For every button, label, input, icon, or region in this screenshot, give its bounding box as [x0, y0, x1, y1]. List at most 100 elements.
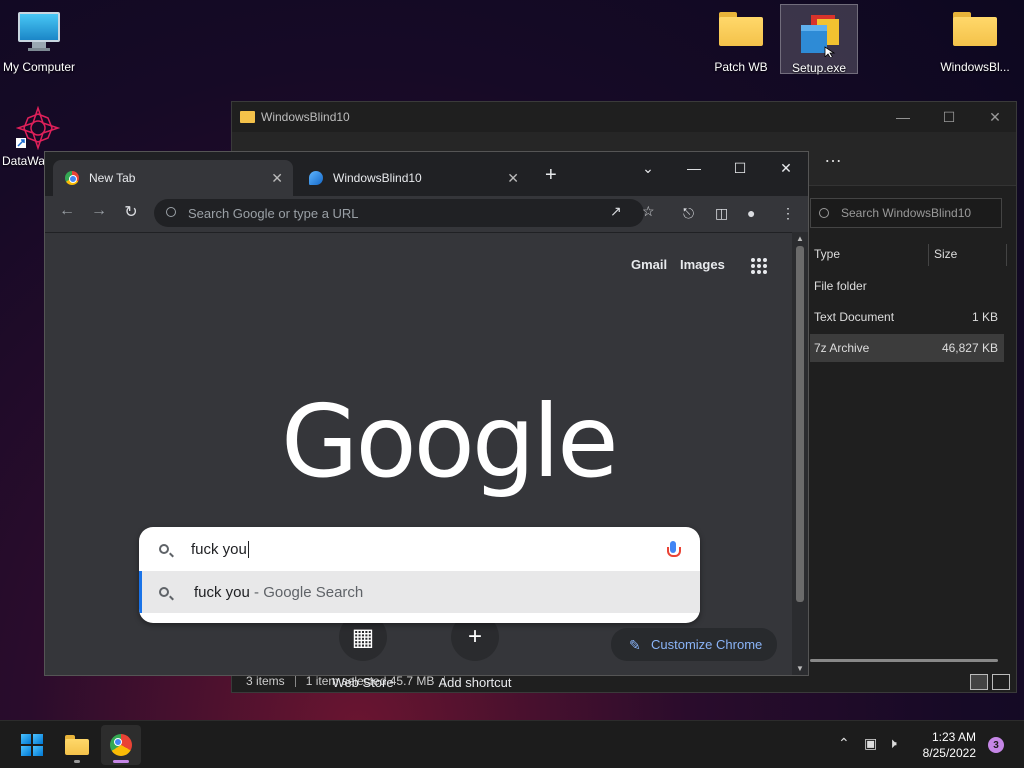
column-header-size[interactable]: Size — [934, 240, 957, 268]
file-row[interactable]: File folder — [810, 272, 1004, 300]
horizontal-scrollbar[interactable] — [810, 659, 998, 662]
windowsblinds-icon — [309, 171, 323, 185]
explorer-maximize-button[interactable]: ☐ — [926, 102, 972, 132]
reload-icon[interactable]: ↻ — [119, 202, 143, 222]
volume-icon[interactable]: 🕨 — [888, 735, 897, 752]
file-type: File folder — [814, 279, 867, 293]
address-bar-placeholder: Search Google or type a URL — [188, 205, 359, 221]
clock-date: 8/25/2022 — [922, 746, 976, 760]
column-header-type[interactable]: Type — [814, 240, 840, 268]
folder-icon — [65, 735, 89, 755]
explorer-minimize-button[interactable]: — — [880, 102, 926, 132]
taskbar-chrome[interactable] — [101, 725, 141, 765]
chrome-menu-icon[interactable]: ⋮ — [781, 205, 795, 222]
folder-icon — [953, 12, 997, 56]
datawa-app-icon — [15, 105, 61, 151]
microphone-icon[interactable] — [667, 541, 681, 557]
scroll-up-icon[interactable]: ▲ — [796, 234, 804, 243]
file-type: 7z Archive — [814, 341, 870, 355]
windows-logo-icon — [21, 734, 43, 756]
scroll-down-icon[interactable]: ▼ — [796, 664, 804, 673]
chrome-minimize-button[interactable]: — — [671, 154, 717, 182]
search-icon — [166, 207, 176, 217]
search-icon — [159, 587, 169, 597]
close-tab-icon[interactable]: ✕ — [271, 170, 283, 187]
notification-badge[interactable]: 3 — [988, 737, 1004, 753]
chrome-icon — [65, 171, 79, 185]
suggestion-suffix: - Google Search — [249, 583, 364, 601]
suggestion-main: fuck you — [194, 583, 250, 601]
desktop-icon-label: Setup.exe — [791, 61, 847, 75]
shortcut-add[interactable]: + Add shortcut — [435, 613, 515, 690]
taskbar-file-explorer[interactable] — [57, 725, 97, 765]
explorer-close-button[interactable]: ✕ — [972, 102, 1018, 132]
shortcut-label: Web Store — [332, 675, 394, 690]
desktop-icon-patch-wb[interactable]: Patch WB — [702, 4, 780, 74]
file-row-selected[interactable]: 7z Archive 46,827 KB — [810, 334, 1004, 362]
tab-title: WindowsBlind10 — [333, 171, 422, 185]
taskbar-clock[interactable]: 1:23 AM 8/25/2022 — [923, 729, 976, 761]
setup-installer-icon — [797, 13, 841, 60]
images-link[interactable]: Images — [680, 257, 725, 272]
search-suggestion[interactable]: fuck you - Google Search — [139, 571, 700, 613]
bookmark-star-icon[interactable]: ☆ — [642, 203, 655, 220]
desktop-icon-windowsblinds[interactable]: WindowsBl... — [936, 4, 1014, 74]
new-tab-button[interactable]: + — [545, 164, 557, 187]
folder-icon — [719, 12, 763, 56]
file-row[interactable]: Text Document 1 KB — [810, 303, 1004, 331]
tiles-view-icon[interactable] — [992, 674, 1010, 690]
close-tab-icon[interactable]: ✕ — [507, 170, 519, 187]
start-button[interactable] — [12, 725, 52, 765]
desktop-icon-label: My Computer — [2, 60, 76, 74]
tab-new-tab[interactable]: New Tab ✕ — [53, 160, 293, 196]
google-search-box[interactable]: fuck you fuck you - Google Search — [139, 527, 700, 623]
chrome-close-button[interactable]: ✕ — [763, 154, 809, 182]
search-query-input[interactable]: fuck you — [139, 527, 700, 571]
share-icon[interactable]: ↗ — [610, 203, 622, 220]
google-logo: Google — [281, 383, 619, 500]
search-icon — [819, 208, 829, 218]
forward-arrow-icon[interactable]: → — [87, 202, 111, 220]
gmail-link[interactable]: Gmail — [631, 257, 667, 272]
shortcut-label: Add shortcut — [438, 675, 512, 690]
chrome-toolbar: ← → ↻ Search Google or type a URL ↗ ☆ ⎋ … — [45, 196, 808, 232]
file-size: 1 KB — [971, 310, 998, 324]
show-hidden-icons-chevron[interactable]: ⌃ — [838, 735, 850, 752]
explorer-title: WindowsBlind10 — [261, 110, 350, 124]
back-arrow-icon[interactable]: ← — [55, 202, 79, 220]
desktop-icon-label: DataWa — [2, 154, 45, 168]
desktop-icon-datawa[interactable]: DataWa — [0, 102, 61, 168]
tab-search-chevron-icon[interactable]: ⌄ — [625, 154, 671, 182]
desktop-icon-setup-exe[interactable]: Setup.exe — [780, 4, 858, 75]
clock-time: 1:23 AM — [931, 730, 976, 744]
more-options-icon[interactable]: … — [824, 146, 843, 167]
file-size: 46,827 KB — [941, 341, 998, 355]
desktop-icon-label: Patch WB — [714, 60, 768, 74]
folder-icon — [240, 111, 255, 123]
item-count: 3 items — [246, 674, 285, 688]
explorer-search-input[interactable]: Search WindowsBlind10 — [810, 198, 1002, 228]
page-scrollbar[interactable]: ▲ ▼ — [792, 232, 808, 675]
taskbar: ⌃ ▣ 🕨 1:23 AM 8/25/2022 3 — [0, 720, 1024, 768]
search-query-text: fuck you — [191, 540, 247, 558]
desktop-icon-my-computer[interactable]: My Computer — [0, 4, 78, 74]
network-icon[interactable]: ▣ — [864, 735, 877, 752]
side-panel-icon[interactable]: ◫ — [715, 205, 728, 222]
chrome-maximize-button[interactable]: ☐ — [717, 154, 763, 182]
customize-label: Customize Chrome — [651, 637, 763, 652]
search-icon — [159, 544, 169, 554]
chrome-icon — [110, 734, 132, 756]
profile-avatar-icon[interactable]: ● — [747, 205, 755, 221]
address-bar[interactable]: Search Google or type a URL ↗ ☆ — [154, 199, 655, 227]
scrollbar-thumb[interactable] — [796, 246, 804, 602]
customize-chrome-button[interactable]: ✎ Customize Chrome — [611, 628, 777, 661]
chrome-window[interactable]: New Tab ✕ WindowsBlind10 ✕ + ⌄ — ☐ ✕ ← →… — [44, 151, 809, 690]
explorer-search-placeholder: Search WindowsBlind10 — [841, 206, 972, 220]
shortcut-web-store[interactable]: ▦ Web Store — [323, 613, 403, 690]
tab-windowsblind10[interactable]: WindowsBlind10 ✕ — [297, 160, 529, 196]
details-view-icon[interactable] — [970, 674, 988, 690]
extensions-puzzle-icon[interactable]: ⎋ — [683, 205, 694, 222]
google-apps-icon[interactable] — [751, 258, 767, 274]
pencil-icon: ✎ — [629, 637, 641, 653]
computer-icon — [17, 12, 61, 56]
